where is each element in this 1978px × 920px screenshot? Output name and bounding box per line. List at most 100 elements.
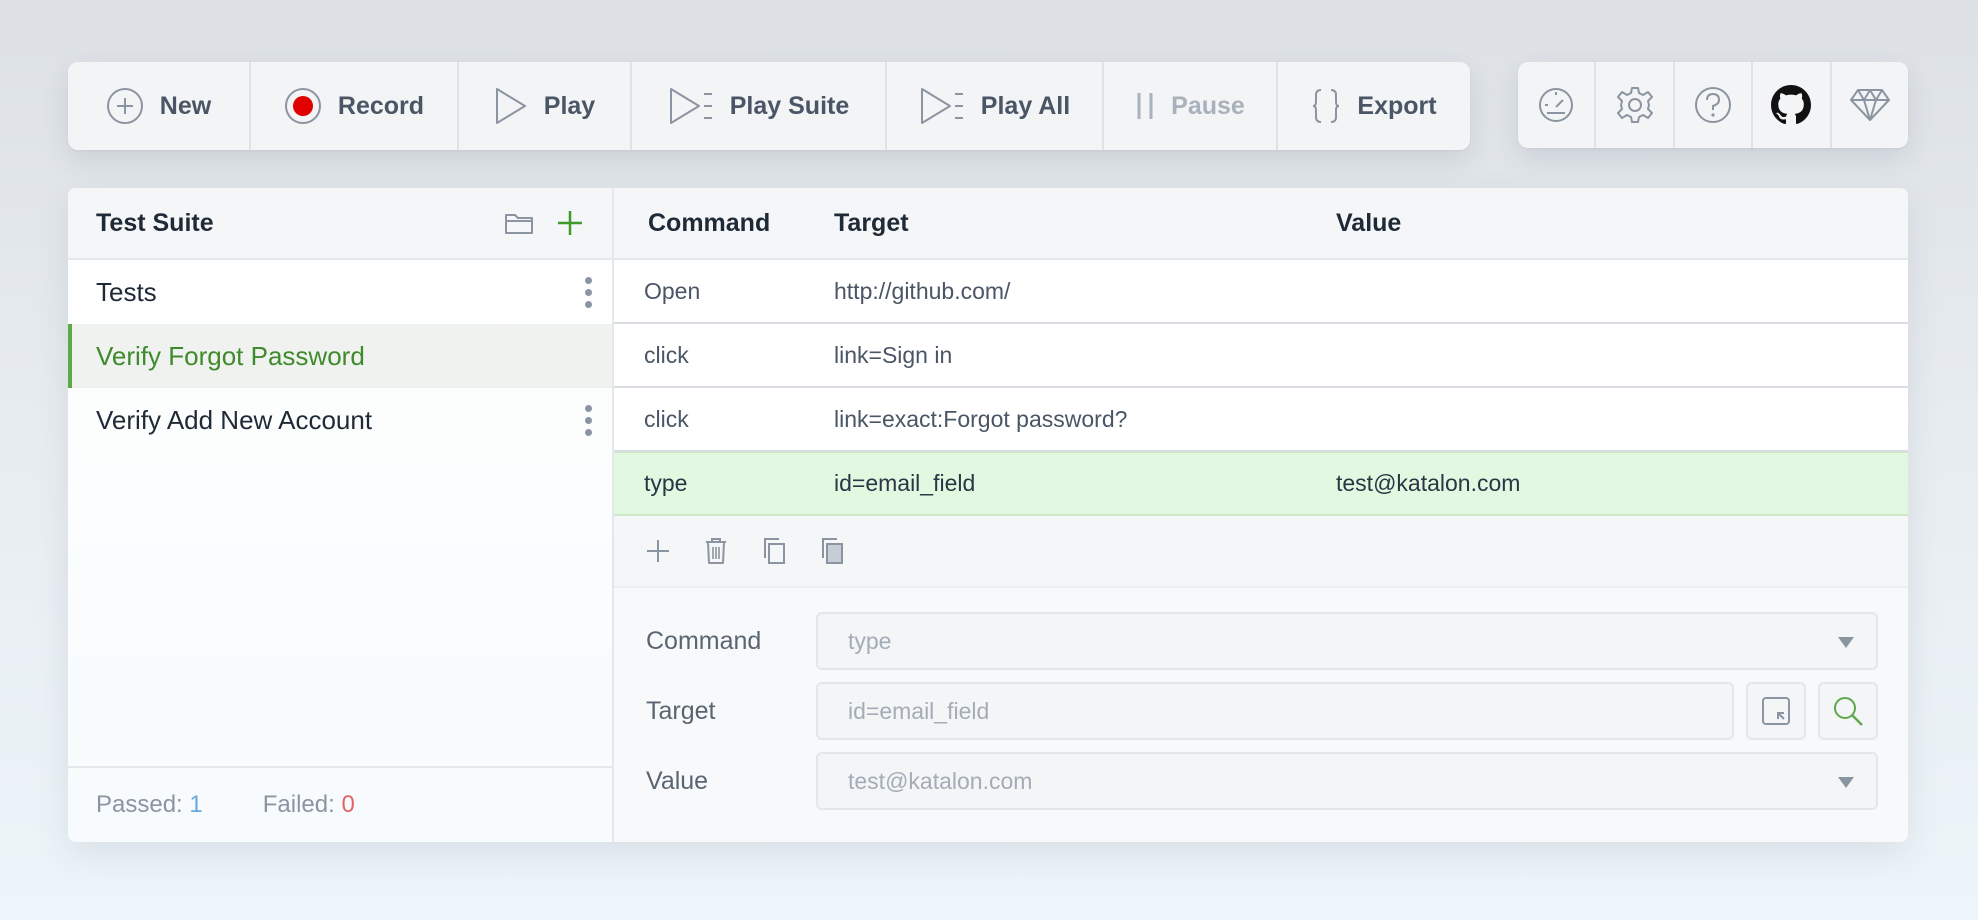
pause-button[interactable]: Pause [1104, 62, 1278, 150]
play-all-button[interactable]: Play All [887, 62, 1104, 150]
main-panel: Test Suite Tests Verify Forgot Password [68, 188, 1908, 842]
gear-icon [1616, 87, 1653, 123]
cell-target: link=exact:Forgot password? [834, 405, 1128, 432]
cell-target: http://github.com/ [834, 277, 1011, 304]
find-target-button[interactable] [1818, 682, 1878, 740]
value-input[interactable]: test@katalon.com [816, 752, 1878, 810]
target-input[interactable]: id=email_field [816, 682, 1734, 740]
sidebar-item-tests[interactable]: Tests [68, 260, 612, 324]
value-row: Value test@katalon.com [614, 752, 1908, 810]
passed-label: Passed: [96, 791, 183, 818]
chevron-down-icon [1838, 637, 1854, 648]
cell-target: id=email_field [834, 470, 976, 496]
failed-summary: Failed: 0 [263, 791, 355, 819]
header-command: Command [648, 208, 771, 237]
table-header: Command Target Value [614, 188, 1908, 260]
export-label: Export [1357, 91, 1437, 120]
premium-button[interactable] [1832, 62, 1908, 148]
play-all-icon [920, 88, 963, 124]
pause-icon [1137, 93, 1153, 119]
command-select-value: type [848, 627, 892, 654]
header-value: Value [1336, 208, 1402, 237]
play-button[interactable]: Play [459, 62, 632, 150]
value-input-value: test@katalon.com [848, 767, 1033, 794]
passed-count: 1 [189, 791, 203, 818]
sidebar-item-verify-add-new-account[interactable]: Verify Add New Account [68, 388, 612, 452]
cell-command: click [644, 341, 689, 368]
github-icon [1771, 85, 1812, 125]
open-folder-button[interactable] [504, 211, 534, 235]
target-label: Target [646, 696, 716, 725]
plus-circle-icon [106, 88, 143, 124]
table-row[interactable]: Open http://github.com/ [614, 260, 1908, 324]
export-button[interactable]: Export [1278, 62, 1470, 150]
table-row[interactable]: click link=exact:Forgot password? [614, 388, 1908, 452]
folder-icon [505, 214, 533, 234]
header-target: Target [834, 208, 909, 237]
new-label: New [159, 91, 212, 120]
plus-icon [647, 540, 669, 562]
plus-icon [558, 211, 582, 235]
chevron-down-icon [1838, 777, 1854, 788]
command-select[interactable]: type [816, 612, 1878, 670]
command-editor: Command type Target id=email_field Value… [614, 588, 1908, 842]
play-suite-icon [669, 88, 712, 124]
cell-command: click [644, 405, 689, 432]
new-button[interactable]: New [68, 62, 251, 150]
copy-command-button[interactable] [760, 536, 788, 566]
command-row: Command type [614, 612, 1908, 670]
copy-icon [764, 538, 785, 564]
value-label: Value [646, 766, 709, 795]
select-element-icon [1762, 697, 1790, 725]
speedometer-icon [1539, 88, 1574, 122]
play-icon [495, 88, 526, 124]
add-command-button[interactable] [644, 537, 672, 565]
search-icon [1834, 697, 1863, 726]
cell-value: test@katalon.com [1336, 470, 1521, 496]
test-case-editor: Command Target Value Open http://github.… [614, 188, 1908, 842]
trash-icon [706, 538, 726, 564]
pause-label: Pause [1171, 91, 1245, 120]
test-suite-sidebar: Test Suite Tests Verify Forgot Password [68, 188, 614, 842]
paste-command-button[interactable] [818, 536, 846, 566]
play-suite-label: Play Suite [729, 91, 850, 120]
settings-button[interactable] [1596, 62, 1675, 148]
record-icon [284, 88, 321, 124]
row-actions [614, 516, 1908, 588]
table-row-selected[interactable]: type id=email_field test@katalon.com [614, 452, 1908, 516]
table-row[interactable]: click link=Sign in [614, 324, 1908, 388]
sidebar-title: Test Suite [96, 208, 214, 237]
sidebar-item-label: Tests [96, 276, 157, 307]
help-button[interactable] [1675, 62, 1754, 148]
cell-command: Open [644, 277, 701, 304]
more-options-icon[interactable] [585, 276, 592, 308]
play-suite-button[interactable]: Play Suite [632, 62, 887, 150]
help-icon [1695, 87, 1732, 123]
cell-command: type [644, 470, 688, 496]
diamond-icon [1849, 89, 1890, 121]
sidebar-item-label: Verify Add New Account [96, 404, 373, 435]
sidebar-item-label: Verify Forgot Password [96, 340, 365, 371]
sidebar-header: Test Suite [68, 188, 612, 260]
run-summary: Passed: 1 Failed: 0 [68, 766, 612, 842]
target-input-value: id=email_field [848, 697, 990, 724]
delete-command-button[interactable] [702, 536, 730, 566]
play-all-label: Play All [980, 91, 1071, 120]
cell-target: link=Sign in [834, 341, 953, 368]
record-button[interactable]: Record [251, 62, 459, 150]
speed-button[interactable] [1518, 62, 1597, 148]
more-options-icon[interactable] [585, 404, 592, 436]
github-button[interactable] [1753, 62, 1832, 148]
add-suite-button[interactable] [556, 209, 584, 237]
command-label: Command [646, 626, 762, 655]
passed-summary: Passed: 1 [96, 791, 203, 819]
failed-label: Failed: [262, 791, 335, 818]
select-target-button[interactable] [1746, 682, 1806, 740]
target-row: Target id=email_field [614, 682, 1908, 740]
main-toolbar: New Record Play Play Suite Play All Paus… [68, 62, 1470, 150]
sidebar-item-verify-forgot-password[interactable]: Verify Forgot Password [68, 324, 612, 388]
play-label: Play [543, 91, 596, 120]
failed-count: 0 [341, 791, 355, 818]
utility-toolbar [1518, 62, 1908, 148]
record-label: Record [337, 91, 425, 120]
